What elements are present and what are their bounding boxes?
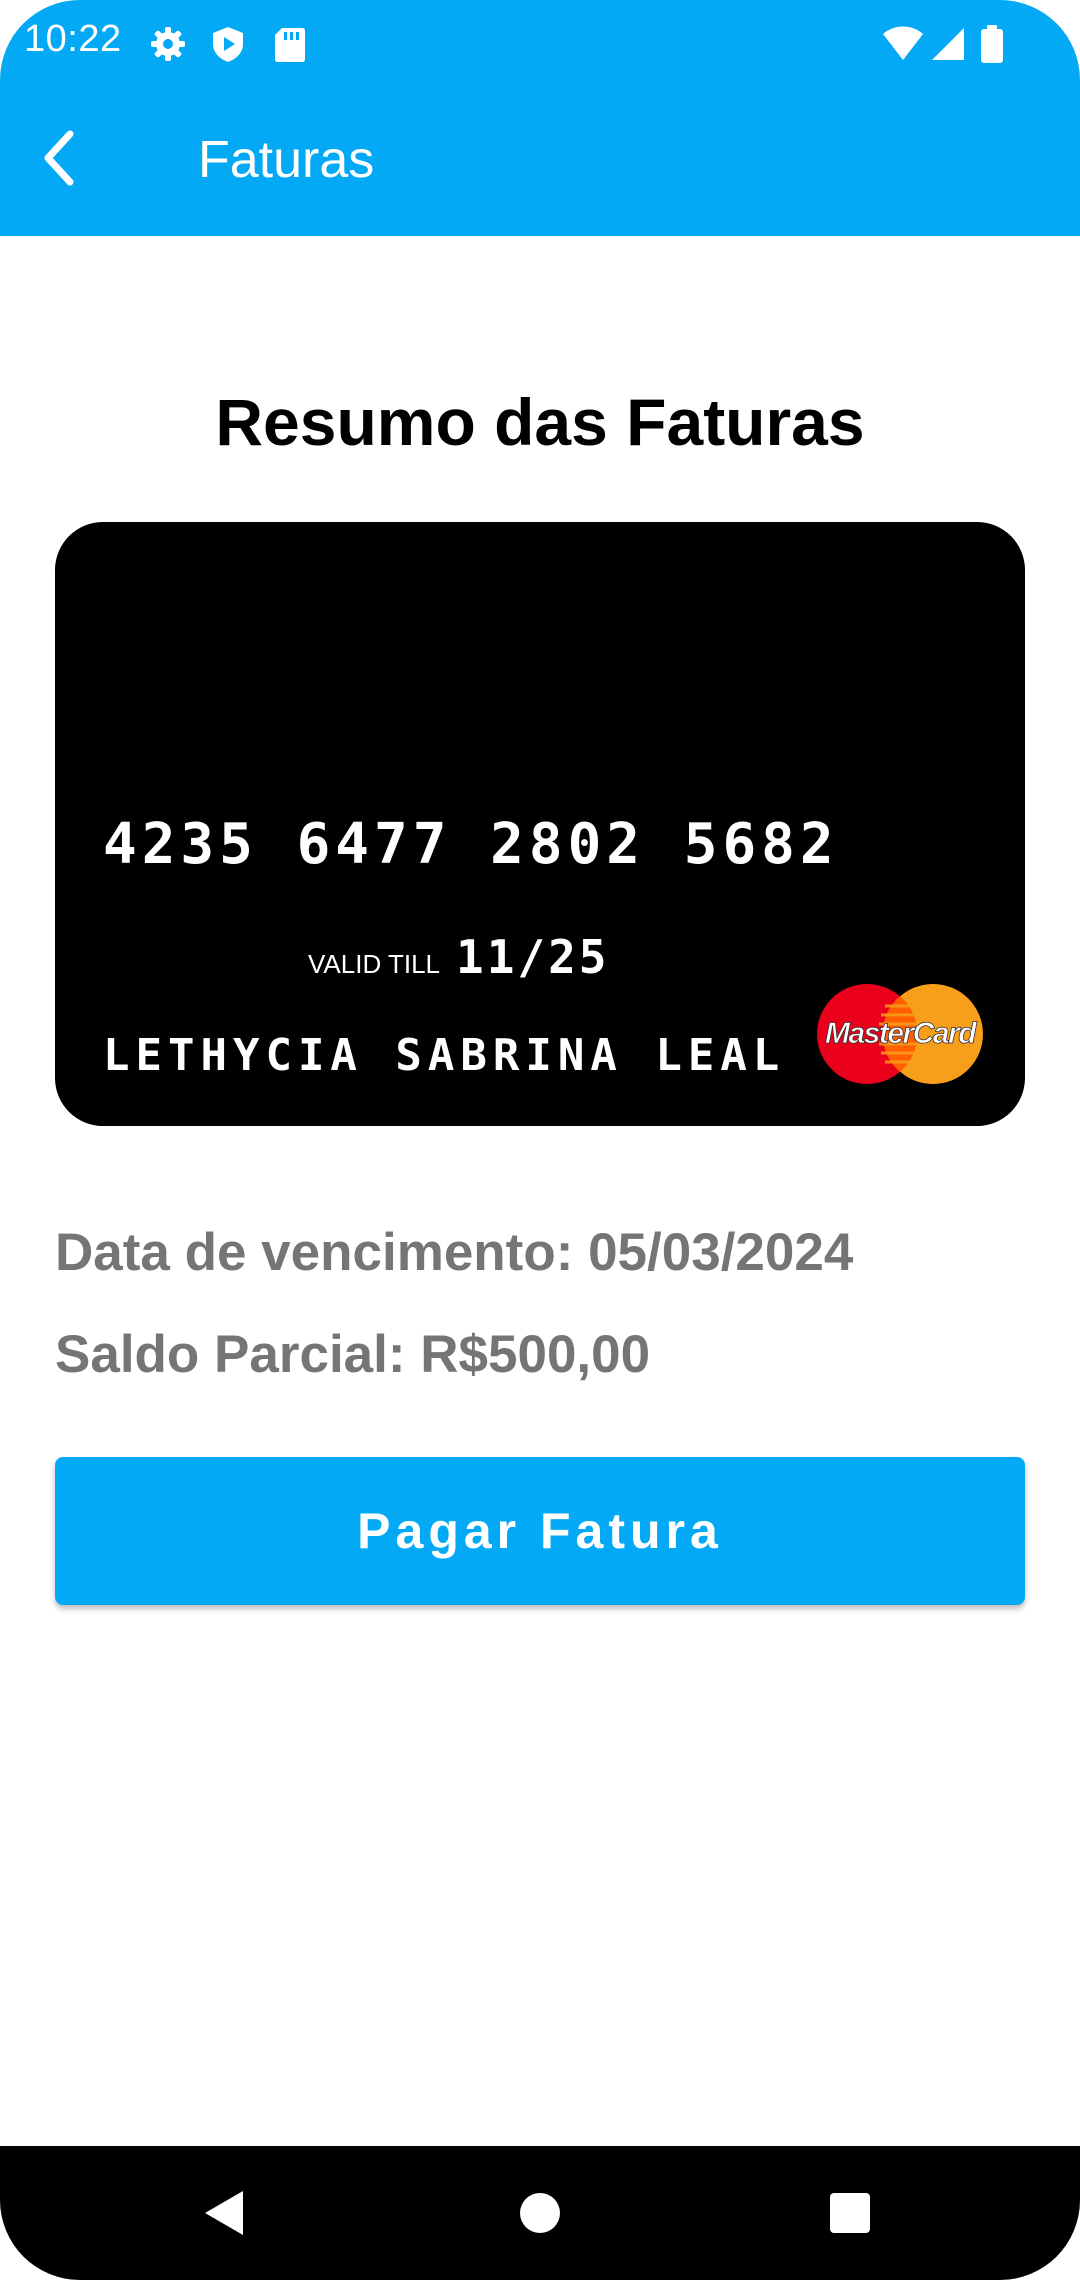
nav-back-button[interactable] xyxy=(180,2168,270,2258)
nav-home-icon xyxy=(520,2193,560,2233)
pay-invoice-button[interactable]: Pagar Fatura xyxy=(55,1457,1025,1605)
card-validity: VALID TILL 11/25 xyxy=(308,930,609,984)
nav-home-button[interactable] xyxy=(495,2168,585,2258)
partial-balance-text: Saldo Parcial: R$500,00 xyxy=(55,1325,651,1384)
due-date-text: Data de vencimento: 05/03/2024 xyxy=(55,1223,854,1282)
navigation-bar xyxy=(0,2146,1080,2280)
wifi-icon xyxy=(882,24,924,64)
signal-icon xyxy=(928,24,968,64)
shield-play-icon xyxy=(208,24,248,64)
mastercard-brand-text: MasterCard xyxy=(825,1017,977,1050)
sd-card-icon xyxy=(270,24,310,64)
header: 10:22 Faturas xyxy=(0,0,1080,236)
credit-card: 4235 6477 2802 5682 VALID TILL 11/25 LET… xyxy=(55,522,1025,1126)
nav-recents-button[interactable] xyxy=(805,2168,895,2258)
settings-icon xyxy=(148,24,188,64)
battery-icon xyxy=(976,24,1008,64)
app-bar: Faturas xyxy=(0,88,1080,236)
card-holder-name: LETHYCIA SABRINA LEAL xyxy=(103,1030,786,1081)
screen: 10:22 Faturas Resumo das Faturas 4235 64… xyxy=(0,0,1080,2280)
chevron-left-icon xyxy=(44,130,74,186)
status-time: 10:22 xyxy=(24,18,122,60)
status-bar: 10:22 xyxy=(0,0,1080,88)
app-title: Faturas xyxy=(198,131,375,189)
back-button[interactable] xyxy=(20,118,100,198)
page-title: Resumo das Faturas xyxy=(215,385,865,459)
valid-till-value: 11/25 xyxy=(456,930,610,984)
nav-back-icon xyxy=(205,2191,243,2235)
mastercard-logo: MasterCard xyxy=(817,984,983,1084)
valid-till-label: VALID TILL xyxy=(308,949,440,979)
nav-recents-icon xyxy=(830,2193,870,2233)
card-number: 4235 6477 2802 5682 xyxy=(103,812,839,877)
